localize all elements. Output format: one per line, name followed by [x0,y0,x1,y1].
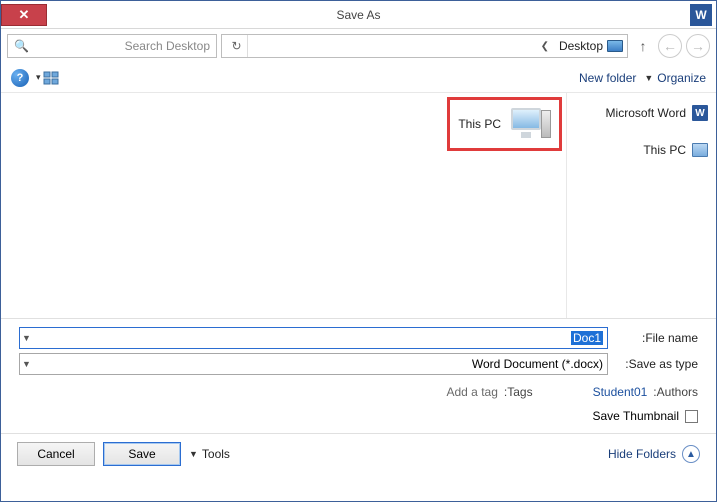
refresh-icon: ↻ [231,39,241,53]
savetype-value: Word Document (*.docx) [472,357,603,371]
filename-label: File name: [616,331,698,345]
new-folder-button[interactable]: New folder [579,71,636,85]
view-tiles-icon [43,71,60,85]
chevron-down-icon[interactable]: ▼ [22,359,31,369]
savetype-label: Save as type: [616,357,698,371]
close-icon: ✕ [19,7,30,23]
desktop-location-icon [607,40,623,52]
breadcrumb-dropdown-icon[interactable]: ❯ [541,41,549,52]
sidebar-item-label: Microsoft Word [606,106,686,120]
up-arrow-icon: ↑ [640,38,647,54]
change-view-button[interactable]: ▾ [35,68,61,88]
tags-label: Tags: [504,385,533,399]
back-arrow-icon: → [691,38,705,54]
help-icon: ? [17,72,24,84]
title-bar: W Save As ✕ [1,1,716,29]
tags-field[interactable]: Tags: Add a tag [447,385,533,399]
search-icon: 🔍 [14,39,29,53]
tools-label: Tools [202,447,230,461]
address-bar[interactable]: Desktop ❯ ↻ [221,34,628,58]
filename-input[interactable]: Doc1 ▼ [19,327,608,349]
authors-value[interactable]: Student01 [593,385,648,399]
chevron-up-icon: ▲ [682,445,700,463]
word-icon: W [692,105,708,121]
organize-label: Organize [657,71,706,85]
save-thumbnail-label: Save Thumbnail [593,409,680,423]
hide-folders-label: Hide Folders [608,447,676,461]
forward-arrow-icon: ← [663,38,677,54]
file-item-this-pc[interactable]: This PC [447,97,562,151]
word-app-icon-letter: W [695,8,706,22]
breadcrumb-text: Desktop [559,39,603,53]
save-button-label: Save [128,447,155,461]
chevron-down-icon: ▼ [189,449,198,459]
search-placeholder-text: Search Desktop [125,39,210,53]
authors-label: Authors: [653,385,698,399]
back-button[interactable]: → [686,34,710,58]
file-item-label: This PC [458,117,501,131]
forward-button[interactable]: ← [658,34,682,58]
savetype-select[interactable]: Word Document (*.docx) ▼ [19,353,608,375]
close-button[interactable]: ✕ [1,4,47,26]
up-button[interactable]: ↑ [632,35,654,57]
new-folder-label: New folder [579,71,636,85]
help-button[interactable]: ? [11,69,29,87]
navigation-pane: W Microsoft Word This PC [566,93,716,318]
tools-menu[interactable]: Tools ▼ [189,447,230,461]
organize-menu[interactable]: Organize ▼ [644,71,706,85]
hide-folders-button[interactable]: ▲ Hide Folders [608,445,700,463]
save-thumbnail-checkbox[interactable] [685,410,698,423]
search-input[interactable]: Search Desktop 🔍 [7,34,217,58]
save-button[interactable]: Save [103,442,181,466]
main-area: W Microsoft Word This PC This PC [1,93,716,319]
toolbar: Organize ▼ New folder ▾ ? [1,63,716,93]
word-app-icon: W [690,4,712,26]
file-list-pane[interactable]: This PC [1,93,566,318]
this-pc-icon [692,143,708,157]
nav-bar: → ← ↑ Desktop ❯ ↻ Search Desktop 🔍 [1,29,716,63]
window-title: Save As [1,8,716,22]
cancel-button-label: Cancel [37,447,74,461]
refresh-button[interactable]: ↻ [226,35,248,57]
chevron-down-icon: ▼ [644,73,653,83]
filename-value: Doc1 [571,331,603,345]
cancel-button[interactable]: Cancel [17,442,95,466]
chevron-down-icon: ▾ [36,72,41,83]
this-pc-large-icon [509,106,551,142]
sidebar-item-label: This PC [643,143,686,157]
save-form: File name: Doc1 ▼ Save as type: Word Doc… [1,319,716,433]
metadata-row: Authors: Student01 Tags: Add a tag [19,379,698,403]
authors-field[interactable]: Authors: Student01 [593,385,698,399]
footer: ▲ Hide Folders Tools ▼ Save Cancel [1,433,716,474]
tags-value[interactable]: Add a tag [447,385,498,399]
sidebar-item-microsoft-word[interactable]: W Microsoft Word [573,101,710,125]
sidebar-item-this-pc[interactable]: This PC [573,139,710,161]
chevron-down-icon[interactable]: ▼ [22,333,31,343]
